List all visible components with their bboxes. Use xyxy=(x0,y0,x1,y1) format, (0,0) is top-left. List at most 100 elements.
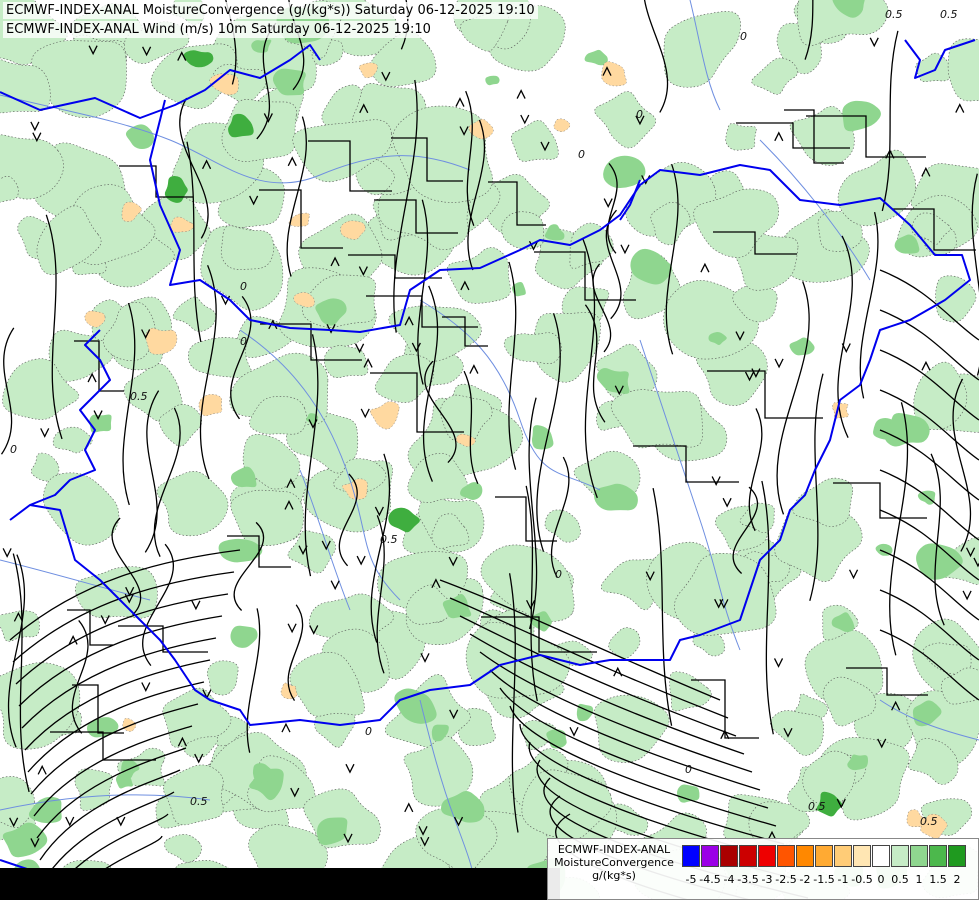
contour-label: 0.5 xyxy=(380,533,398,546)
streamline-arrowhead xyxy=(722,497,732,508)
moisture-convergence-field xyxy=(0,0,979,900)
weather-map[interactable]: 0.5 0.5 0.5 0.5 0.5 0.5 0.5 0 0 0 0 0 0 0 0 0 ECMWF-IND… xyxy=(0,0,979,900)
convergence-area xyxy=(220,225,275,270)
legend-tick-label: -4 xyxy=(723,873,735,886)
streamline-arrowhead xyxy=(711,476,721,486)
legend-tick-label: -0.5 xyxy=(851,873,873,886)
legend-tick-label: 2 xyxy=(953,873,961,886)
legend-parameter: MoistureConvergence xyxy=(554,856,674,869)
legend-tick-label: 1 xyxy=(915,873,923,886)
streamline-arrowhead xyxy=(962,590,972,601)
streamline-arrowhead xyxy=(869,37,879,48)
divergence-area xyxy=(369,401,400,430)
divergence-area xyxy=(122,717,137,732)
streamline-arrowhead xyxy=(520,114,530,125)
streamline-arrowhead xyxy=(191,600,201,611)
convergence-area xyxy=(725,123,757,151)
streamline-arrowhead xyxy=(469,364,479,374)
legend-tick-label: 0.5 xyxy=(891,873,909,886)
strong-convergence-area xyxy=(596,368,630,394)
streamline xyxy=(776,281,810,515)
contour-label: 0 xyxy=(240,335,247,348)
legend-tick-label: -2.5 xyxy=(775,873,797,886)
convergence-area xyxy=(837,149,917,227)
streamline-arrowhead xyxy=(37,764,47,775)
contour-label: 0 xyxy=(685,763,692,776)
convergence-area xyxy=(172,296,217,332)
legend-swatch xyxy=(682,845,700,867)
strong-convergence-area xyxy=(584,49,608,66)
title-wind: ECMWF-INDEX-ANAL Wind (m/s) 10m Saturday… xyxy=(3,21,434,38)
convergence-area xyxy=(669,671,712,712)
streamline-arrowhead xyxy=(2,548,12,558)
strong-convergence-area xyxy=(125,124,155,150)
contour-label: 0.5 xyxy=(190,795,208,808)
streamline-arrowhead xyxy=(287,156,297,167)
streamline-arrowhead xyxy=(345,763,355,774)
legend-tick-label: 0 xyxy=(877,873,885,886)
legend-tick-label: -5 xyxy=(685,873,697,886)
streamline xyxy=(118,625,208,653)
convergence-area xyxy=(751,57,798,95)
contour-label: 0 xyxy=(740,30,747,43)
contour-label: 0.5 xyxy=(130,390,148,403)
contour-label: 0 xyxy=(10,443,17,456)
streamline-arrowhead xyxy=(281,722,291,733)
strong-convergence-area xyxy=(544,224,565,241)
convergence-area xyxy=(770,710,824,756)
legend-tick-label: -1 xyxy=(837,873,849,886)
legend-swatch xyxy=(777,845,795,867)
convergence-area xyxy=(164,834,202,863)
convergence-area xyxy=(501,211,545,250)
convergence-area xyxy=(446,247,511,304)
divergence-area xyxy=(601,61,627,87)
streamline-arrowhead xyxy=(404,802,414,813)
streamline-arrowhead xyxy=(955,103,965,113)
convergence-area xyxy=(544,509,581,543)
legend-swatch xyxy=(758,845,776,867)
streamline-arrowhead xyxy=(420,653,430,663)
legend-caption: ECMWF-INDEX-ANAL MoistureConvergence g/(… xyxy=(548,843,680,882)
contour-label: 0 xyxy=(578,148,585,161)
convergence-area xyxy=(510,120,559,162)
streamline-arrowhead xyxy=(773,658,784,668)
legend-swatch xyxy=(739,845,757,867)
divergence-area xyxy=(553,118,571,132)
streamline-arrowhead xyxy=(330,580,340,591)
streamline-arrowhead xyxy=(141,682,151,692)
streamline xyxy=(633,445,739,483)
convergence-area xyxy=(230,489,304,547)
strong-convergence-area xyxy=(917,490,936,505)
streamline-arrowhead xyxy=(287,623,297,634)
contour-label: 0.5 xyxy=(920,815,938,828)
streamline-arrowhead xyxy=(700,262,710,273)
legend-swatch xyxy=(720,845,738,867)
legend-tick-label: 1.5 xyxy=(929,873,947,886)
legend-tick-label: -4.5 xyxy=(699,873,721,886)
bottom-dark-strip xyxy=(0,868,560,900)
convergence-area xyxy=(915,52,953,83)
legend-tick-labels: -5 -4.5 -4 -3.5 -3 -2.5 -2 -1.5 -1 -0.5 0 0.5 1 1.5 2 xyxy=(682,873,977,889)
contour-label: 0 xyxy=(365,725,372,738)
streamline-arrowhead xyxy=(30,121,40,132)
legend-swatch xyxy=(815,845,833,867)
convergence-area xyxy=(610,389,703,449)
contour-label: 0.5 xyxy=(940,8,958,21)
legend-tick-label: -1.5 xyxy=(813,873,835,886)
strong-convergence-area xyxy=(89,414,112,433)
strong-convergence-area xyxy=(230,625,258,648)
convergence-area xyxy=(206,660,239,696)
streamline-arrowhead xyxy=(774,358,784,369)
strong-convergence-area xyxy=(485,75,500,86)
streamline-arrowhead xyxy=(516,89,526,99)
legend-model: ECMWF-INDEX-ANAL xyxy=(557,843,671,856)
legend-tick-label: -3 xyxy=(761,873,773,886)
convergence-area xyxy=(663,11,741,88)
streamline-arrowhead xyxy=(569,726,579,737)
legend-swatch xyxy=(872,845,890,867)
streamline-arrowhead xyxy=(356,555,366,566)
streamline-arrowhead xyxy=(921,360,931,371)
contour-label: 0 xyxy=(636,108,643,121)
streamline-arrowhead xyxy=(360,408,370,419)
divergence-area xyxy=(145,327,178,355)
